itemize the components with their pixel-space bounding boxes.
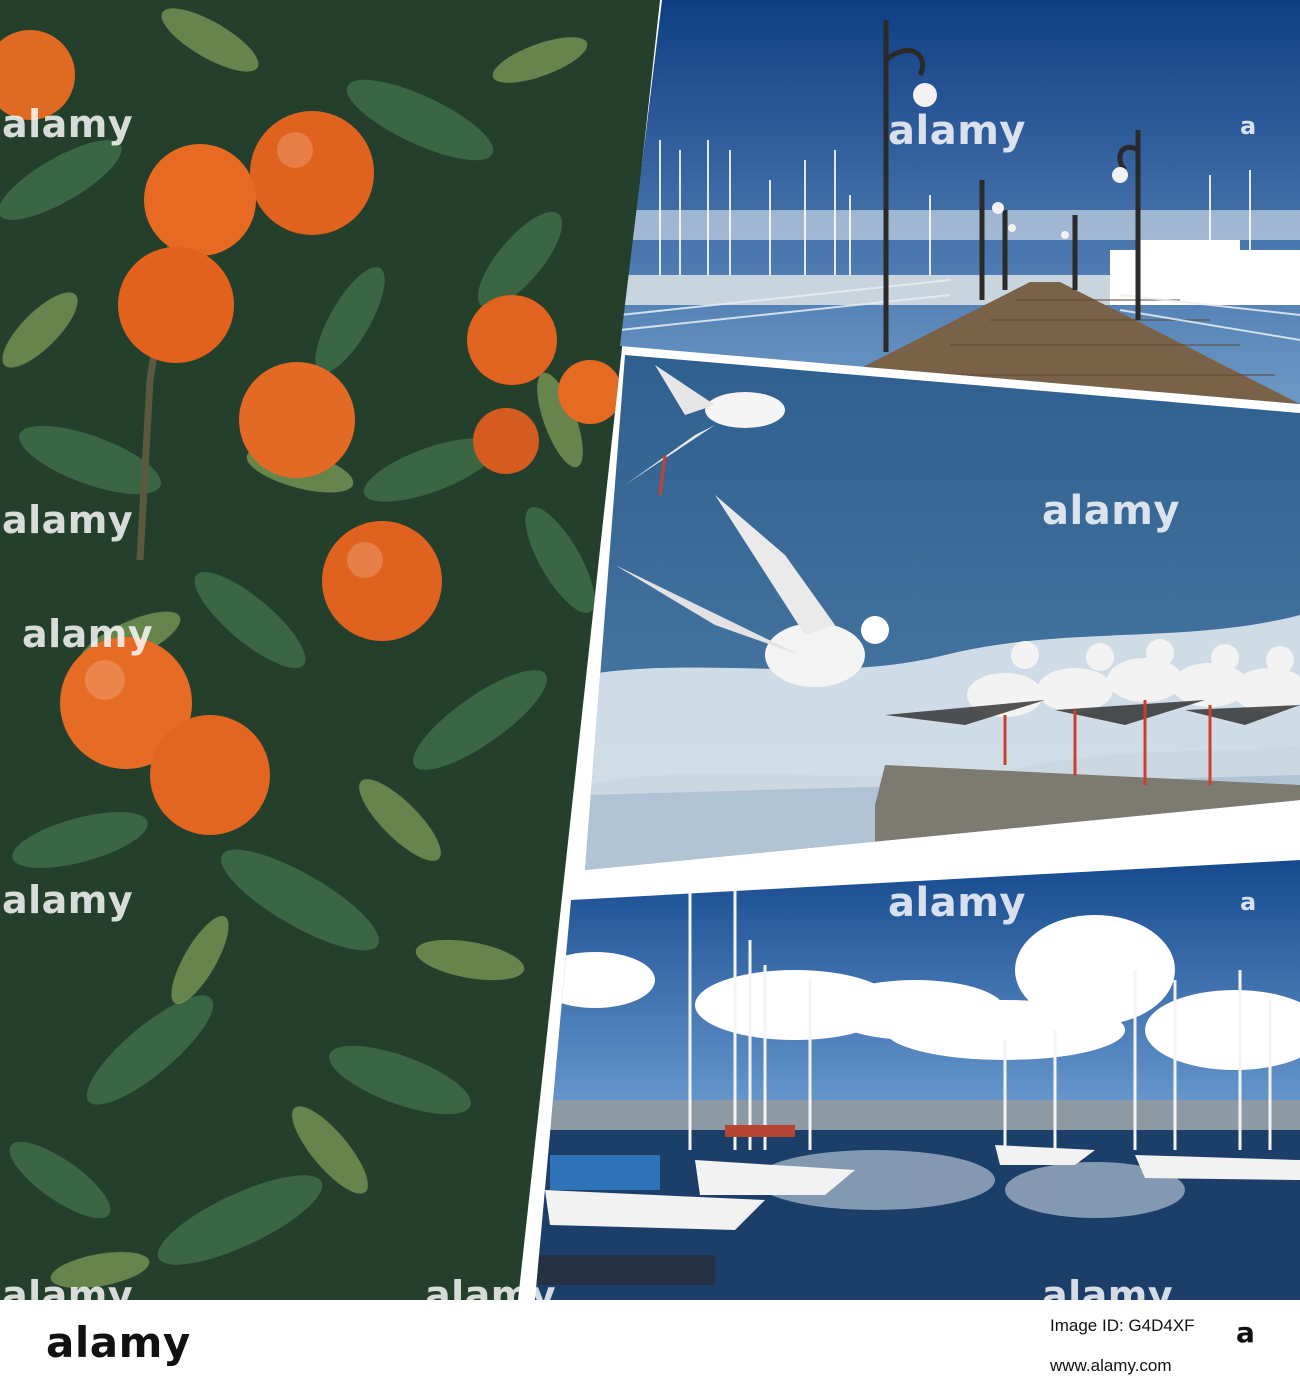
pier-photo — [620, 0, 1300, 404]
watermark-text: alamy — [888, 880, 1026, 926]
watermark-text: alamy — [888, 108, 1026, 154]
watermark-text: alamy — [2, 102, 134, 146]
watermark-text: alamy — [1042, 488, 1180, 534]
watermark-text: alamy — [1042, 1273, 1174, 1300]
watermark-text: alamy — [2, 1273, 134, 1300]
site-url: www.alamy.com — [1050, 1356, 1172, 1375]
photo-collage: alamy alamy alamy alamy alamy alamy alam… — [0, 0, 1300, 1300]
watermark-text: alamy — [2, 878, 134, 922]
brand-mark: a — [1236, 1316, 1255, 1349]
marina-photo — [535, 860, 1300, 1300]
watermark-text: alamy — [425, 1273, 557, 1300]
watermark-mark: a — [1240, 112, 1257, 140]
image-id: Image ID: G4D4XF — [1050, 1316, 1195, 1335]
watermark-text: alamy — [22, 612, 154, 656]
seagulls-photo — [585, 355, 1300, 870]
watermark-mark: a — [1240, 888, 1257, 916]
footer-bar: alamy Image ID: G4D4XF www.alamy.com a — [0, 1300, 1300, 1390]
watermark-text: alamy — [2, 498, 134, 542]
brand-logo: alamy — [46, 1318, 191, 1367]
